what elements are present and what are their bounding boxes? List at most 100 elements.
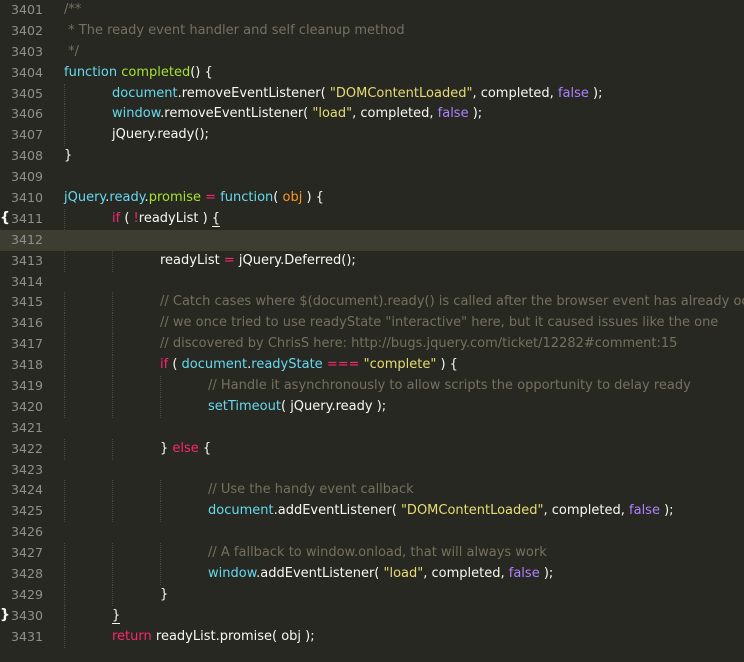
code-token: readyList.promise( obj ); <box>151 628 315 644</box>
indent-guide <box>112 396 113 418</box>
indent-guide <box>64 292 65 314</box>
code-text: } <box>64 146 72 167</box>
indent-guide <box>112 584 113 606</box>
code-token: } <box>112 607 121 624</box>
code-line[interactable]: 3419 // Handle it asynchronously to allow… <box>0 376 744 397</box>
code-token: if <box>160 357 169 373</box>
code-token: removeEventListener <box>181 85 321 101</box>
code-token: = <box>205 190 217 206</box>
code-text: if ( document.readyState === "complete" … <box>160 355 458 376</box>
code-token: readyList <box>160 252 224 268</box>
code-line[interactable]: 3429} <box>0 584 744 606</box>
code-line[interactable]: 3418 if ( document.readyState === "comple… <box>0 355 744 377</box>
code-token: document <box>112 85 178 101</box>
code-token: window <box>208 566 257 582</box>
code-token: promise <box>148 190 201 206</box>
code-line[interactable]: 3412 <box>0 229 744 251</box>
code-line[interactable]: 3422} else { <box>0 438 744 460</box>
code-token: return <box>112 628 152 644</box>
code-text: /** <box>64 0 81 21</box>
indent-guide <box>64 501 65 523</box>
code-text: // discovered by ChrisS here: http://bug… <box>160 334 677 355</box>
indent-guide <box>64 564 65 585</box>
code-text: document.removeEventListener( "DOMConten… <box>112 84 602 105</box>
code-line[interactable]: 3404 function completed() { <box>0 63 744 84</box>
code-text: // Handle it asynchronously to allow scr… <box>208 376 691 397</box>
line-number: 3407 <box>11 127 44 143</box>
line-number: 3427 <box>11 545 44 561</box>
code-line[interactable]: 3401 /** <box>0 0 744 21</box>
line-number: 3408 <box>11 148 44 164</box>
code-line[interactable]: 3421 <box>0 418 744 439</box>
code-token: */ <box>64 43 80 59</box>
code-text: // A fallback to window.onload, that wil… <box>208 543 547 564</box>
code-text: } <box>112 606 121 627</box>
indent-guide <box>64 83 65 105</box>
code-line[interactable]: 3426 <box>0 522 744 543</box>
code-token: ( <box>273 190 283 206</box>
line-number: 3409 <box>11 169 44 185</box>
line-number: 3403 <box>11 43 44 59</box>
line-number: 3404 <box>11 64 44 80</box>
code-line[interactable]: 3409 <box>0 167 744 188</box>
code-token: setTimeout <box>208 398 281 414</box>
code-token: ( <box>168 357 182 373</box>
code-text: // we once tried to use readyState "inte… <box>160 313 718 334</box>
code-line[interactable]: 3416 // we once tried to use readyState "… <box>0 313 744 335</box>
line-number: 3425 <box>11 503 44 519</box>
code-editor[interactable]: 3401 /** 3402 * The ready event handler an… <box>0 0 744 662</box>
line-number: 3405 <box>11 85 44 101</box>
code-token: // Catch cases where $(document).ready()… <box>160 294 744 310</box>
code-token: // Handle it asynchronously to allow scr… <box>208 378 691 394</box>
line-number: 3416 <box>11 315 44 331</box>
code-line[interactable]: 3427 // A fallback to window.onload, that… <box>0 543 744 565</box>
code-line[interactable]: 3414 <box>0 272 744 293</box>
code-text: */ <box>64 42 79 63</box>
indent-guide <box>112 438 113 460</box>
code-line[interactable]: 3406 window.removeEventListener( "load", … <box>0 104 744 126</box>
code-line[interactable]: 3423 <box>0 460 744 481</box>
line-number: 3424 <box>11 482 44 498</box>
code-token: , completed, <box>423 566 509 582</box>
code-token: document <box>181 357 248 373</box>
code-line[interactable]: 3403 */ <box>0 42 744 63</box>
code-line[interactable]: 3420 setTimeout( jQuery.ready ); <box>0 396 744 418</box>
fold-marker-icon[interactable]: } <box>0 605 10 626</box>
indent-guide <box>112 292 113 314</box>
code-text: } <box>160 585 168 606</box>
code-line[interactable]: 3413 readyList = jQuery.Deferred(); <box>0 250 744 272</box>
code-line[interactable]: 3410 jQuery.ready.promise = function( obj… <box>0 188 744 209</box>
line-number: 3429 <box>11 586 44 602</box>
code-token: { <box>198 440 212 456</box>
indent-guide <box>64 584 65 606</box>
code-line[interactable]: 3430}} <box>0 605 744 627</box>
code-line[interactable]: 3428 window.addEventListener( "load", com… <box>0 564 744 585</box>
code-line[interactable]: 3424 // Use the handy event callback <box>0 480 744 502</box>
code-text: function completed() { <box>64 63 213 84</box>
code-token: } <box>160 586 169 602</box>
code-line[interactable]: 3425 document.addEventListener( "DOMConte… <box>0 501 744 523</box>
code-line[interactable]: 3402 * The ready event handler and self … <box>0 21 744 42</box>
code-token: if <box>112 210 121 226</box>
code-line[interactable]: 3415 // Catch cases where $(document).rea… <box>0 292 744 314</box>
indent-guide <box>64 125 65 147</box>
indent-guide <box>160 376 161 397</box>
code-line[interactable]: 3417 // discovered by ChrisS here: http:/… <box>0 334 744 356</box>
code-token: ( <box>320 85 330 101</box>
code-line[interactable]: 3407 jQuery.ready(); <box>0 125 744 147</box>
code-token: , completed, <box>543 503 630 519</box>
code-line[interactable]: 3408} <box>0 146 744 167</box>
fold-marker-icon[interactable]: { <box>0 208 10 229</box>
code-token: completed <box>121 64 191 80</box>
code-line[interactable]: 3411{if ( !readyList ) { <box>0 208 744 230</box>
indent-guide <box>160 396 161 418</box>
code-line[interactable]: 3431 return readyList.promise( obj ); <box>0 626 744 648</box>
code-token: // discovered by ChrisS here: http://bug… <box>160 336 678 352</box>
code-line[interactable]: 3405 document.removeEventListener( "DOMCo… <box>0 83 744 105</box>
code-token: * The ready event handler and self clean… <box>64 22 405 38</box>
indent-guide <box>160 480 161 502</box>
line-number: 3417 <box>11 336 44 352</box>
line-number: 3418 <box>11 357 44 373</box>
code-token: ) { <box>302 190 324 206</box>
line-number: 3410 <box>11 190 44 206</box>
